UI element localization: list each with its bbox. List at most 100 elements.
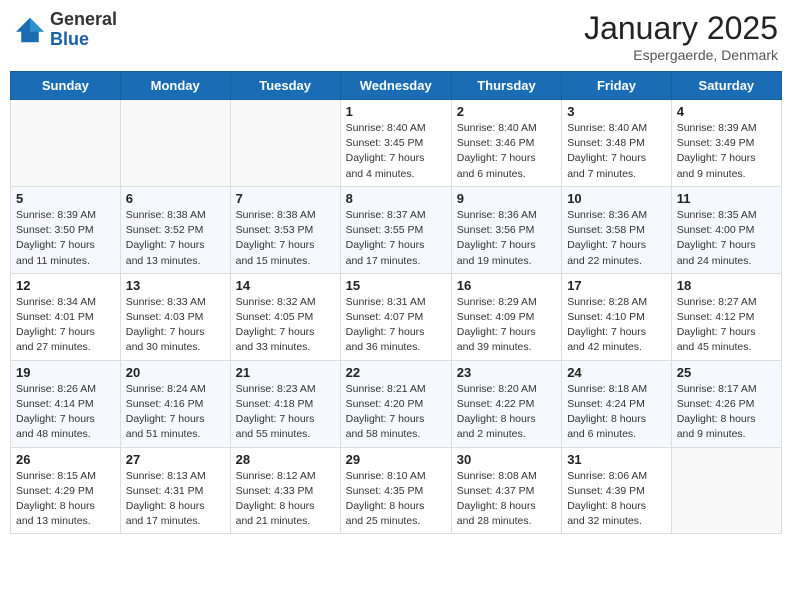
day-info: Sunrise: 8:23 AM Sunset: 4:18 PM Dayligh… — [236, 382, 335, 443]
day-number: 11 — [677, 191, 776, 206]
day-cell: 9 Sunrise: 8:36 AM Sunset: 3:56 PM Daylig… — [451, 186, 561, 273]
day-cell: 8 Sunrise: 8:37 AM Sunset: 3:55 PM Daylig… — [340, 186, 451, 273]
day-number: 12 — [16, 278, 115, 293]
day-number: 21 — [236, 365, 335, 380]
month-title: January 2025 — [584, 10, 778, 47]
day-info: Sunrise: 8:21 AM Sunset: 4:20 PM Dayligh… — [346, 382, 446, 443]
day-info: Sunrise: 8:06 AM Sunset: 4:39 PM Dayligh… — [567, 469, 666, 530]
day-info: Sunrise: 8:17 AM Sunset: 4:26 PM Dayligh… — [677, 382, 776, 443]
day-info: Sunrise: 8:33 AM Sunset: 4:03 PM Dayligh… — [126, 295, 225, 356]
day-info: Sunrise: 8:38 AM Sunset: 3:52 PM Dayligh… — [126, 208, 225, 269]
day-cell: 14 Sunrise: 8:32 AM Sunset: 4:05 PM Dayli… — [230, 273, 340, 360]
week-row-5: 26Sunrise: 8:15 AM Sunset: 4:29 PM Dayli… — [11, 447, 782, 534]
day-info: Sunrise: 8:29 AM Sunset: 4:09 PM Dayligh… — [457, 295, 556, 356]
day-cell: 25 Sunrise: 8:17 AM Sunset: 4:26 PM Dayli… — [671, 360, 781, 447]
day-info: Sunrise: 8:31 AM Sunset: 4:07 PM Dayligh… — [346, 295, 446, 356]
day-cell: 2 Sunrise: 8:40 AM Sunset: 3:46 PM Daylig… — [451, 100, 561, 187]
day-cell: 30 Sunrise: 8:08 AM Sunset: 4:37 PM Dayli… — [451, 447, 561, 534]
day-info: Sunrise: 8:27 AM Sunset: 4:12 PM Dayligh… — [677, 295, 776, 356]
day-info: Sunrise: 8:36 AM Sunset: 3:58 PM Dayligh… — [567, 208, 666, 269]
day-number: 23 — [457, 365, 556, 380]
day-cell: 7 Sunrise: 8:38 AM Sunset: 3:53 PM Daylig… — [230, 186, 340, 273]
day-info: Sunrise: 8:24 AM Sunset: 4:16 PM Dayligh… — [126, 382, 225, 443]
day-cell — [230, 100, 340, 187]
day-info: Sunrise: 8:20 AM Sunset: 4:22 PM Dayligh… — [457, 382, 556, 443]
day-cell: 5Sunrise: 8:39 AM Sunset: 3:50 PM Daylig… — [11, 186, 121, 273]
day-number: 29 — [346, 452, 446, 467]
day-info: Sunrise: 8:35 AM Sunset: 4:00 PM Dayligh… — [677, 208, 776, 269]
day-cell: 21 Sunrise: 8:23 AM Sunset: 4:18 PM Dayli… — [230, 360, 340, 447]
day-number: 14 — [236, 278, 335, 293]
day-number: 24 — [567, 365, 666, 380]
title-block: January 2025 Espergaerde, Denmark — [584, 10, 778, 63]
day-cell: 15Sunrise: 8:31 AM Sunset: 4:07 PM Dayli… — [340, 273, 451, 360]
logo-text: General Blue — [50, 10, 117, 50]
day-cell: 29 Sunrise: 8:10 AM Sunset: 4:35 PM Dayli… — [340, 447, 451, 534]
page-header: General Blue January 2025 Espergaerde, D… — [10, 10, 782, 63]
day-number: 28 — [236, 452, 335, 467]
day-info: Sunrise: 8:10 AM Sunset: 4:35 PM Dayligh… — [346, 469, 446, 530]
logo-blue: Blue — [50, 30, 117, 50]
day-cell: 26Sunrise: 8:15 AM Sunset: 4:29 PM Dayli… — [11, 447, 121, 534]
day-number: 3 — [567, 104, 666, 119]
logo-icon — [14, 16, 46, 44]
logo-general: General — [50, 10, 117, 30]
day-cell: 17 Sunrise: 8:28 AM Sunset: 4:10 PM Dayli… — [562, 273, 672, 360]
day-number: 27 — [126, 452, 225, 467]
day-info: Sunrise: 8:40 AM Sunset: 3:46 PM Dayligh… — [457, 121, 556, 182]
day-info: Sunrise: 8:40 AM Sunset: 3:48 PM Dayligh… — [567, 121, 666, 182]
day-cell — [120, 100, 230, 187]
day-info: Sunrise: 8:37 AM Sunset: 3:55 PM Dayligh… — [346, 208, 446, 269]
day-cell: 10 Sunrise: 8:36 AM Sunset: 3:58 PM Dayli… — [562, 186, 672, 273]
weekday-header-row: SundayMondayTuesdayWednesdayThursdayFrid… — [11, 72, 782, 100]
day-number: 30 — [457, 452, 556, 467]
day-info: Sunrise: 8:34 AM Sunset: 4:01 PM Dayligh… — [16, 295, 115, 356]
day-cell: 22 Sunrise: 8:21 AM Sunset: 4:20 PM Dayli… — [340, 360, 451, 447]
day-number: 17 — [567, 278, 666, 293]
day-cell: 20Sunrise: 8:24 AM Sunset: 4:16 PM Dayli… — [120, 360, 230, 447]
day-info: Sunrise: 8:28 AM Sunset: 4:10 PM Dayligh… — [567, 295, 666, 356]
calendar: SundayMondayTuesdayWednesdayThursdayFrid… — [10, 71, 782, 534]
week-row-1: 1 Sunrise: 8:40 AM Sunset: 3:45 PM Daylig… — [11, 100, 782, 187]
day-number: 19 — [16, 365, 115, 380]
day-info: Sunrise: 8:15 AM Sunset: 4:29 PM Dayligh… — [16, 469, 115, 530]
day-number: 1 — [346, 104, 446, 119]
day-cell: 12 Sunrise: 8:34 AM Sunset: 4:01 PM Dayli… — [11, 273, 121, 360]
day-number: 9 — [457, 191, 556, 206]
day-cell: 24Sunrise: 8:18 AM Sunset: 4:24 PM Dayli… — [562, 360, 672, 447]
logo: General Blue — [14, 10, 117, 50]
day-number: 8 — [346, 191, 446, 206]
day-cell: 1 Sunrise: 8:40 AM Sunset: 3:45 PM Daylig… — [340, 100, 451, 187]
day-cell: 4Sunrise: 8:39 AM Sunset: 3:49 PM Daylig… — [671, 100, 781, 187]
day-info: Sunrise: 8:36 AM Sunset: 3:56 PM Dayligh… — [457, 208, 556, 269]
day-number: 25 — [677, 365, 776, 380]
day-info: Sunrise: 8:40 AM Sunset: 3:45 PM Dayligh… — [346, 121, 446, 182]
weekday-header-friday: Friday — [562, 72, 672, 100]
day-number: 6 — [126, 191, 225, 206]
day-number: 18 — [677, 278, 776, 293]
weekday-header-thursday: Thursday — [451, 72, 561, 100]
day-info: Sunrise: 8:32 AM Sunset: 4:05 PM Dayligh… — [236, 295, 335, 356]
day-cell: 19 Sunrise: 8:26 AM Sunset: 4:14 PM Dayli… — [11, 360, 121, 447]
week-row-3: 12 Sunrise: 8:34 AM Sunset: 4:01 PM Dayli… — [11, 273, 782, 360]
day-number: 10 — [567, 191, 666, 206]
day-cell: 13 Sunrise: 8:33 AM Sunset: 4:03 PM Dayli… — [120, 273, 230, 360]
day-cell: 23 Sunrise: 8:20 AM Sunset: 4:22 PM Dayli… — [451, 360, 561, 447]
day-number: 31 — [567, 452, 666, 467]
day-cell — [671, 447, 781, 534]
day-number: 2 — [457, 104, 556, 119]
week-row-2: 5Sunrise: 8:39 AM Sunset: 3:50 PM Daylig… — [11, 186, 782, 273]
day-number: 22 — [346, 365, 446, 380]
day-cell: 3 Sunrise: 8:40 AM Sunset: 3:48 PM Daylig… — [562, 100, 672, 187]
day-number: 7 — [236, 191, 335, 206]
day-cell: 28 Sunrise: 8:12 AM Sunset: 4:33 PM Dayli… — [230, 447, 340, 534]
day-info: Sunrise: 8:08 AM Sunset: 4:37 PM Dayligh… — [457, 469, 556, 530]
day-info: Sunrise: 8:12 AM Sunset: 4:33 PM Dayligh… — [236, 469, 335, 530]
day-info: Sunrise: 8:38 AM Sunset: 3:53 PM Dayligh… — [236, 208, 335, 269]
day-info: Sunrise: 8:26 AM Sunset: 4:14 PM Dayligh… — [16, 382, 115, 443]
day-number: 13 — [126, 278, 225, 293]
day-cell: 11 Sunrise: 8:35 AM Sunset: 4:00 PM Dayli… — [671, 186, 781, 273]
day-cell: 18 Sunrise: 8:27 AM Sunset: 4:12 PM Dayli… — [671, 273, 781, 360]
weekday-header-saturday: Saturday — [671, 72, 781, 100]
day-cell: 27Sunrise: 8:13 AM Sunset: 4:31 PM Dayli… — [120, 447, 230, 534]
